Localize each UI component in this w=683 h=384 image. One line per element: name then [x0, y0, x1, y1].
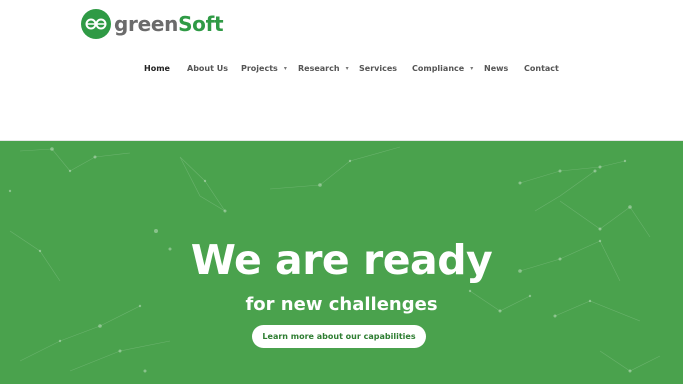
nav-item-label: Projects [241, 63, 278, 73]
chevron-down-icon: ▾ [345, 64, 349, 72]
nav-item-label: Research [298, 63, 340, 73]
nav-item-research[interactable]: Research ▾ [298, 60, 349, 76]
brand-name: greenSoft [114, 9, 224, 39]
nav-item-about-us[interactable]: About Us [187, 60, 228, 76]
nav-item-label: Contact [524, 63, 559, 73]
nav-item-contact[interactable]: Contact [524, 60, 559, 76]
brand-logo[interactable]: greenSoft [81, 8, 224, 39]
hero-section: We are ready for new challenges Learn mo… [0, 141, 683, 384]
main-nav: Home About Us Projects ▾ Research ▾ Serv… [0, 60, 683, 76]
nav-item-label: Compliance [412, 63, 465, 73]
nav-item-projects[interactable]: Projects ▾ [241, 60, 287, 76]
nav-item-label: Services [359, 63, 398, 73]
nav-item-compliance[interactable]: Compliance ▾ [412, 60, 473, 76]
hero-title: We are ready [190, 236, 493, 284]
nav-item-label: News [484, 63, 509, 73]
chevron-down-icon: ▾ [283, 64, 287, 72]
nav-item-label: About Us [187, 63, 228, 73]
nav-item-news[interactable]: News [484, 60, 508, 76]
learn-more-button[interactable]: Learn more about our capabilities [252, 325, 426, 348]
chevron-down-icon: ▾ [470, 64, 474, 72]
nav-item-label: Home [144, 63, 170, 73]
nav-item-home[interactable]: Home [144, 60, 170, 76]
hero-subtitle: for new challenges [245, 294, 438, 315]
nav-item-services[interactable]: Services [359, 60, 397, 76]
site-header: greenSoft Home About Us Projects ▾ Resea… [0, 0, 683, 141]
brand-name-part2: Soft [178, 11, 224, 36]
brand-name-part1: green [114, 11, 179, 36]
infinity-loops-icon [81, 8, 111, 39]
